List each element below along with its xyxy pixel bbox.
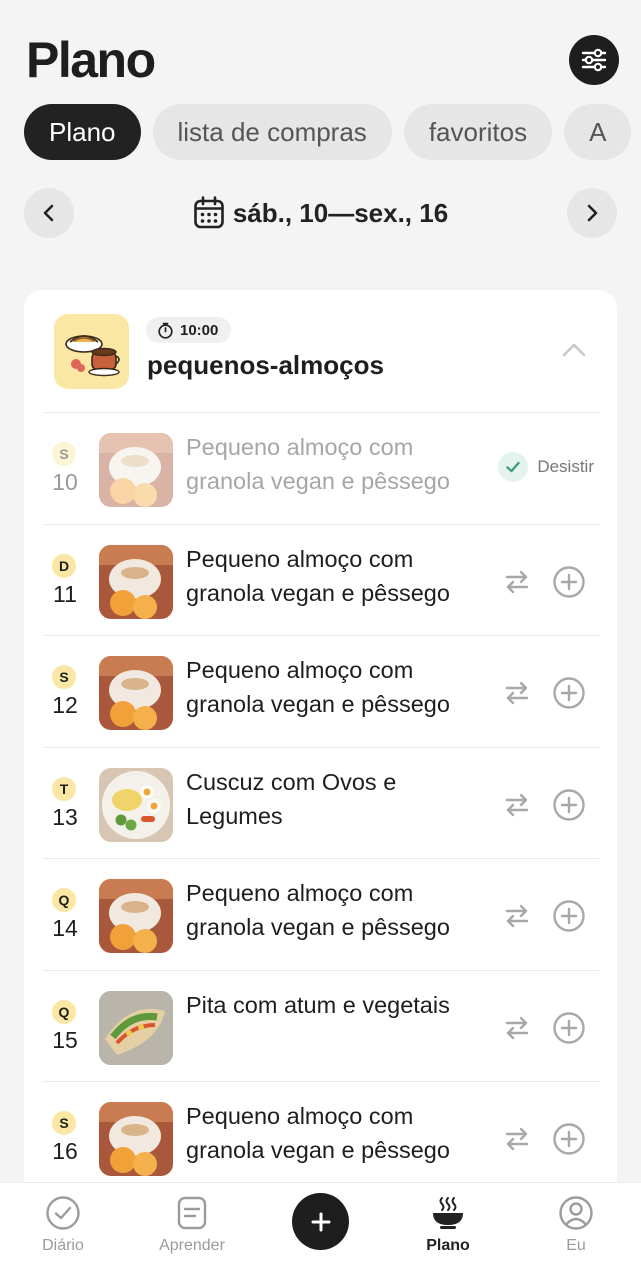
meal-time-badge: 10:00 xyxy=(146,317,232,343)
day-letter: S xyxy=(52,665,76,689)
nav-label: Eu xyxy=(566,1237,586,1254)
recipe-thumbnail xyxy=(99,544,173,619)
recipe-thumbnail xyxy=(99,656,173,730)
day-letter: Q xyxy=(52,999,76,1024)
day-number: 14 xyxy=(52,915,78,941)
swap-icon[interactable] xyxy=(502,678,532,708)
recipe-row[interactable]: Q 14 Pequeno almoço com granola vegan e … xyxy=(43,858,599,970)
document-icon xyxy=(176,1193,208,1233)
page-title: Plano xyxy=(26,32,156,88)
chevron-left-icon xyxy=(43,204,54,222)
meal-card: 10:00 pequenos-almoços S 10 Pequeno almo… xyxy=(24,290,617,1280)
day-letter: S xyxy=(52,1111,76,1135)
day-number: 15 xyxy=(52,1026,78,1053)
day-marker: S 16 xyxy=(43,1082,87,1193)
swap-icon[interactable] xyxy=(502,901,532,931)
recipe-thumbnail xyxy=(99,990,173,1065)
day-marker: T 13 xyxy=(43,748,87,859)
add-circle-icon[interactable] xyxy=(552,899,586,933)
profile-icon xyxy=(558,1193,594,1233)
recipe-thumbnail xyxy=(99,767,173,842)
add-button[interactable] xyxy=(292,1193,349,1250)
calendar-icon xyxy=(194,196,224,229)
recipe-row[interactable]: S 16 Pequeno almoço com granola vegan e … xyxy=(43,1081,599,1193)
day-marker: Q 14 xyxy=(43,859,87,970)
bowl-icon xyxy=(430,1193,466,1233)
check-circle-icon xyxy=(45,1193,81,1233)
nav-plano[interactable]: Plano xyxy=(388,1193,508,1273)
breakfast-illustration-icon xyxy=(54,314,129,389)
day-number: 12 xyxy=(52,692,78,718)
stopwatch-icon xyxy=(158,322,173,339)
meal-time: 10:00 xyxy=(180,321,219,339)
tab-plano[interactable]: Plano xyxy=(24,104,141,160)
swap-icon[interactable] xyxy=(502,1124,532,1154)
recipe-row[interactable]: S 10 Pequeno almoço com granola vegan e … xyxy=(43,412,599,524)
swap-icon[interactable] xyxy=(502,567,532,597)
nav-label: Plano xyxy=(426,1237,470,1254)
recipe-thumbnail xyxy=(99,433,173,507)
header: Plano xyxy=(26,30,619,90)
recipe-title[interactable]: Cuscuz com Ovos e Legumes xyxy=(186,765,486,833)
recipe-row[interactable]: S 12 Pequeno almoço com granola vegan e … xyxy=(43,635,599,747)
recipe-row[interactable]: T 13 Cuscuz com Ovos e Legumes xyxy=(43,746,599,859)
status-label: Desistir xyxy=(537,457,594,476)
recipe-row[interactable]: D 11 Pequeno almoço com granola vegan e … xyxy=(43,523,599,636)
swap-icon[interactable] xyxy=(502,1013,532,1043)
settings-button[interactable] xyxy=(569,35,619,85)
add-circle-icon[interactable] xyxy=(552,676,586,710)
recipe-title[interactable]: Pita com atum e vegetais xyxy=(186,988,486,1022)
nav-diario[interactable]: Diário xyxy=(3,1193,123,1273)
nav-label: Aprender xyxy=(159,1237,225,1254)
plus-icon xyxy=(311,1212,330,1231)
day-letter: S xyxy=(52,442,76,466)
recipe-thumbnail xyxy=(99,1102,173,1176)
tab-more[interactable]: A xyxy=(564,104,632,160)
day-marker: Q 15 xyxy=(43,971,87,1082)
add-circle-icon[interactable] xyxy=(552,1011,586,1045)
day-marker: S 12 xyxy=(43,636,87,747)
nav-eu[interactable]: Eu xyxy=(516,1193,636,1273)
day-number: 16 xyxy=(52,1138,78,1164)
chevron-up-icon[interactable] xyxy=(561,340,587,360)
recipe-title[interactable]: Pequeno almoço com granola vegan e pêsse… xyxy=(186,876,486,944)
recipe-title[interactable]: Pequeno almoço com granola vegan e pêsse… xyxy=(186,430,486,498)
week-range-label: sáb., 10—sex., 16 xyxy=(232,197,449,228)
day-letter: D xyxy=(52,553,76,578)
day-number: 11 xyxy=(53,580,77,607)
bottom-nav: Diário Aprender Plano Eu xyxy=(0,1182,641,1280)
day-marker: D 11 xyxy=(43,525,87,636)
sliders-icon xyxy=(581,48,607,72)
swap-icon[interactable] xyxy=(502,790,532,820)
recipe-title[interactable]: Pequeno almoço com granola vegan e pêsse… xyxy=(186,653,486,721)
add-circle-icon[interactable] xyxy=(552,788,586,822)
nav-label: Diário xyxy=(42,1237,84,1254)
day-number: 10 xyxy=(52,469,78,495)
recipe-title[interactable]: Pequeno almoço com granola vegan e pêsse… xyxy=(186,1099,486,1167)
nav-aprender[interactable]: Aprender xyxy=(132,1193,252,1273)
tab-bar: Plano lista de compras favoritos A xyxy=(24,104,632,160)
meal-name: pequenos-almoços xyxy=(147,350,384,380)
add-circle-icon[interactable] xyxy=(552,565,586,599)
recipe-row[interactable]: Q 15 Pita com atum e vegetais xyxy=(43,969,599,1082)
recipe-list: S 10 Pequeno almoço com granola vegan e … xyxy=(43,412,599,1193)
day-number: 13 xyxy=(52,803,78,830)
next-week-button[interactable] xyxy=(567,188,617,238)
previous-week-button[interactable] xyxy=(24,188,74,238)
eaten-status[interactable]: Desistir xyxy=(498,452,594,482)
add-circle-icon[interactable] xyxy=(552,1122,586,1156)
chevron-right-icon xyxy=(587,204,598,222)
check-icon xyxy=(498,452,529,482)
recipe-title[interactable]: Pequeno almoço com granola vegan e pêsse… xyxy=(186,542,486,610)
tab-favoritos[interactable]: favoritos xyxy=(403,104,553,160)
tab-lista-de-compras[interactable]: lista de compras xyxy=(152,104,392,160)
recipe-thumbnail xyxy=(99,879,173,953)
day-letter: Q xyxy=(52,888,76,912)
meal-card-header[interactable]: 10:00 pequenos-almoços xyxy=(24,290,617,412)
day-marker: S 10 xyxy=(43,413,87,524)
week-navigator: sáb., 10—sex., 16 xyxy=(24,188,617,238)
week-range[interactable]: sáb., 10—sex., 16 xyxy=(24,188,617,238)
day-letter: T xyxy=(52,776,76,801)
